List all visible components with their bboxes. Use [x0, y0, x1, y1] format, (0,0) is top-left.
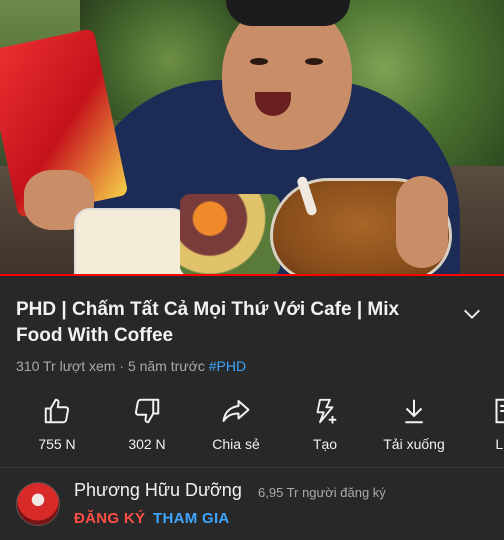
- divider: [0, 467, 504, 468]
- video-frame-headband: [226, 0, 350, 26]
- thumbs-down-icon: [134, 398, 160, 424]
- share-icon: [222, 400, 250, 422]
- channel-avatar[interactable]: [16, 482, 60, 526]
- video-frame-eye: [250, 58, 268, 65]
- like-count: 755 N: [38, 436, 76, 452]
- like-button[interactable]: 755 N: [19, 392, 95, 462]
- download-button[interactable]: Tải xuống: [376, 392, 452, 462]
- progress-bar[interactable]: [0, 274, 504, 276]
- save-button[interactable]: Lư: [466, 392, 504, 462]
- create-clip-icon: [316, 398, 337, 424]
- join-button[interactable]: THAM GIA: [153, 510, 230, 527]
- hashtag-link[interactable]: #PHD: [209, 358, 246, 374]
- channel-name[interactable]: Phương Hữu Dưỡng: [74, 480, 242, 501]
- save-label: Lư: [495, 436, 504, 452]
- video-frame-food-tray: [74, 208, 188, 276]
- action-bar: 755 N 302 N Chia sẻ Tạo Tải xuống Lư: [0, 392, 504, 462]
- video-frame-food-tray: [180, 194, 280, 276]
- video-frame-eye: [305, 58, 323, 65]
- progress-bar-fill: [0, 274, 504, 276]
- chevron-down-icon: [464, 309, 480, 319]
- video-metadata: 310 Tr lượt xem · 5 năm trước #PHD: [16, 358, 246, 374]
- download-icon: [405, 399, 423, 424]
- meta-separator: ·: [115, 358, 128, 374]
- create-button[interactable]: Tạo: [287, 392, 363, 462]
- create-label: Tạo: [312, 436, 338, 452]
- video-frame-hand: [396, 176, 448, 268]
- download-label: Tải xuống: [383, 436, 445, 452]
- video-player[interactable]: [0, 0, 504, 276]
- subscribe-button[interactable]: ĐĂNG KÝ: [74, 510, 145, 527]
- dislike-button[interactable]: 302 N: [109, 392, 185, 462]
- share-label: Chia sẻ: [212, 436, 260, 452]
- share-button[interactable]: Chia sẻ: [198, 392, 274, 462]
- thumbs-up-icon: [44, 398, 70, 424]
- save-playlist-icon: [495, 398, 504, 424]
- view-count: 310 Tr lượt xem: [16, 358, 116, 374]
- dislike-count: 302 N: [128, 436, 166, 452]
- expand-description-button[interactable]: [458, 300, 486, 328]
- upload-age: 5 năm trước: [127, 358, 205, 374]
- subscriber-count: 6,95 Tr người đăng ký: [258, 485, 386, 500]
- video-title: PHD | Chấm Tất Cả Mọi Thứ Với Cafe | Mix…: [16, 299, 400, 346]
